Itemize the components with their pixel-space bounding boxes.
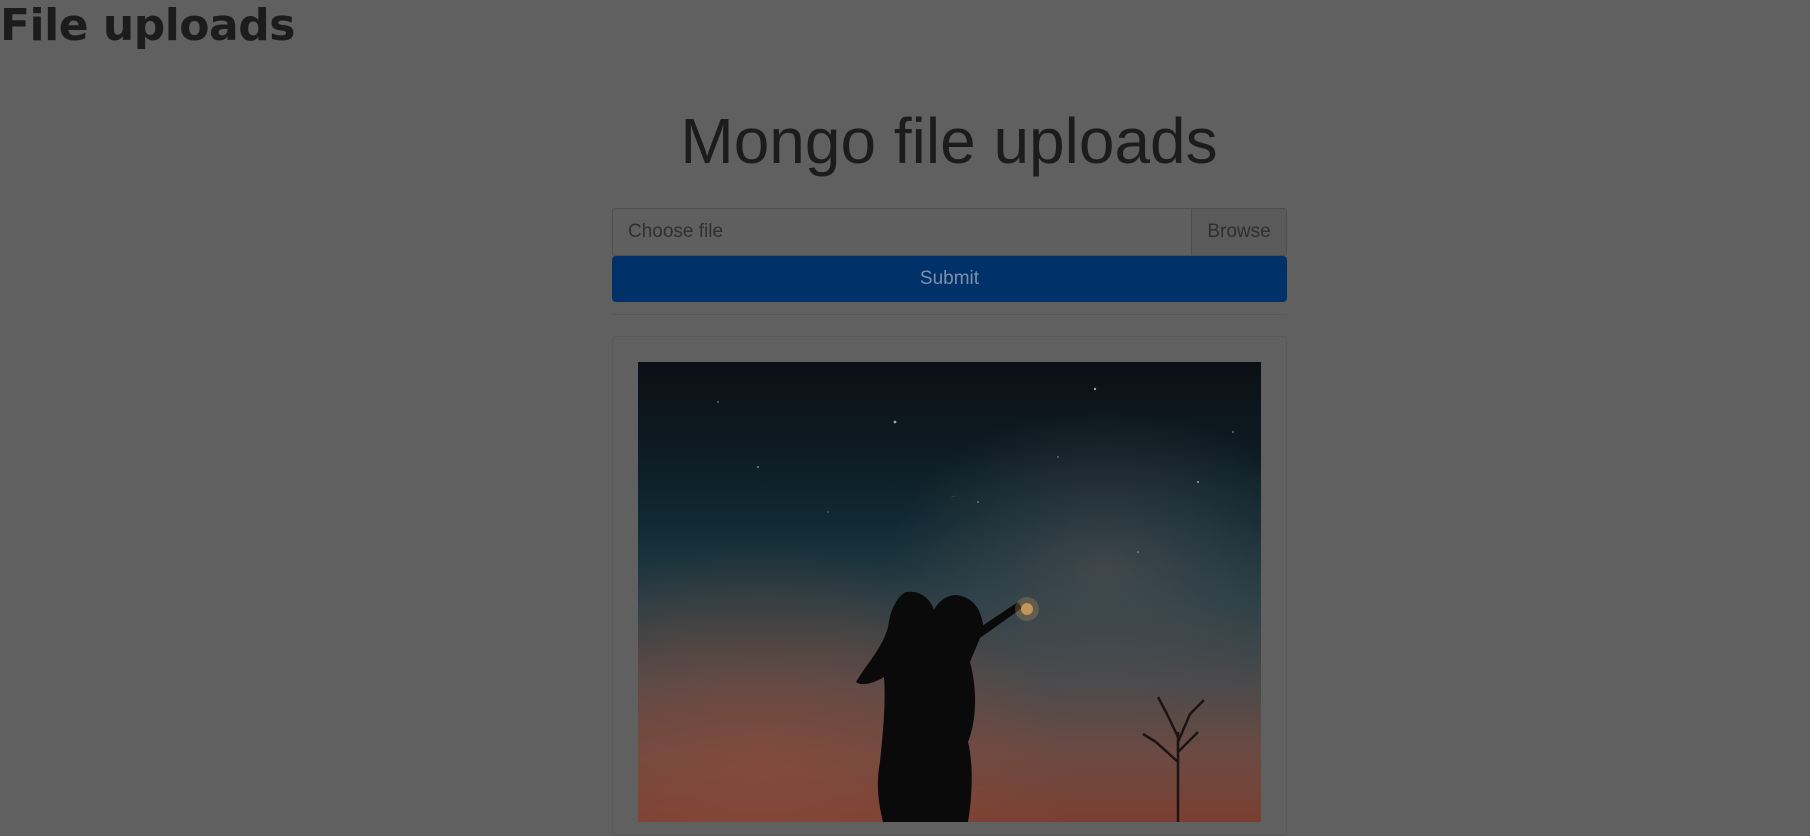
- submit-button[interactable]: Submit: [612, 256, 1287, 302]
- file-input[interactable]: Choose file Browse: [612, 208, 1287, 256]
- uploaded-image: [638, 362, 1261, 822]
- divider: [612, 314, 1287, 315]
- page-title-container: Mongo file uploads: [612, 100, 1286, 182]
- browse-button[interactable]: Browse: [1191, 209, 1286, 255]
- night-sky-couple-image: [638, 362, 1261, 822]
- uploaded-file-card: [612, 336, 1287, 836]
- file-input-label[interactable]: Choose file: [613, 209, 1191, 255]
- page-title: Mongo file uploads: [680, 105, 1218, 177]
- upload-form: Choose file Browse Submit: [612, 208, 1287, 315]
- page-heading: File uploads: [0, 0, 295, 51]
